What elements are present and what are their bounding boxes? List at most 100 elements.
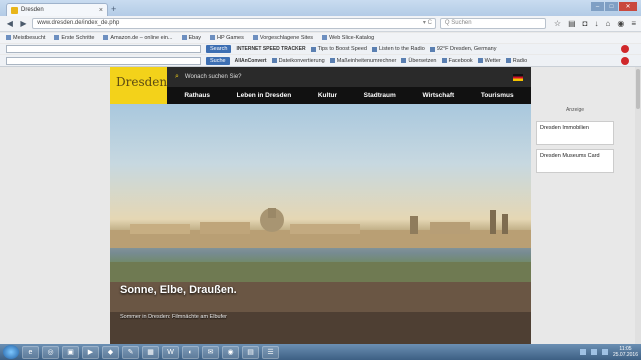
radio-icon	[505, 58, 511, 63]
bookmark-item[interactable]: Meistbesucht	[6, 35, 45, 41]
network-icon[interactable]	[579, 349, 586, 355]
toolbar-search-input[interactable]	[6, 45, 201, 53]
file-icon	[271, 58, 277, 63]
pocket-icon[interactable]: ◘	[583, 19, 588, 28]
addon-toolbar-1: Search INTERNET SPEED TRACKER Tips to Bo…	[0, 44, 641, 54]
toolbar-link[interactable]: Übersetzen	[401, 58, 437, 64]
download-icon[interactable]: ↓	[595, 19, 599, 28]
bookmark-item[interactable]: Web Slice-Katalog	[322, 35, 374, 41]
word-icon[interactable]: W	[162, 345, 179, 359]
toolbar-link[interactable]: Wetter	[477, 58, 501, 64]
explorer-icon[interactable]: ▣	[62, 345, 79, 359]
page-scrollbar[interactable]	[635, 67, 641, 344]
reading-list-icon[interactable]: ▤	[568, 19, 576, 28]
crowd-graphic	[110, 262, 531, 344]
ad-dresden-museums-card[interactable]: Dresden Museums Card	[536, 149, 614, 173]
menu-item-kultur[interactable]: Kultur	[318, 92, 337, 99]
play-icon	[371, 46, 377, 52]
bookmark-item[interactable]: Vorgeschlagene Sites	[252, 35, 313, 41]
volume-icon[interactable]	[590, 349, 597, 355]
new-tab-button[interactable]: +	[111, 4, 116, 14]
bookmark-item[interactable]: HP Games	[210, 35, 244, 41]
menu-icon[interactable]: ≡	[631, 19, 636, 28]
hero-subtitle[interactable]: Sommer in Dresden: Filmnächte am Elbufer	[120, 314, 227, 320]
app-icon[interactable]: ✉	[202, 345, 219, 359]
forward-icon[interactable]: ▶	[19, 19, 29, 28]
site-logo[interactable]: Dresden.	[110, 67, 171, 104]
ad-dresden-immobilien[interactable]: Dresden Immobilien	[536, 121, 614, 145]
browser-toolbar-icons: ☆ ▤ ◘ ↓ ⌂ ◉ ≡	[554, 19, 636, 28]
search-icon[interactable]: ⌕	[175, 73, 179, 81]
app-icon[interactable]: ☰	[262, 345, 279, 359]
menu-item-leben[interactable]: Leben in Dresden	[237, 92, 292, 99]
hero-title: Sonne, Elbe, Draußen.	[120, 284, 237, 296]
translate-icon	[401, 58, 407, 63]
start-button[interactable]	[3, 345, 19, 359]
chrome-icon[interactable]: ◎	[42, 345, 59, 359]
app-icon[interactable]: ◆	[102, 345, 119, 359]
bookmark-item[interactable]: Amazon.de – online ein...	[103, 35, 173, 41]
german-flag-icon[interactable]	[513, 73, 523, 81]
menu-item-stadtraum[interactable]: Stadtraum	[364, 92, 396, 99]
maximize-icon[interactable]: □	[605, 2, 618, 11]
weather-icon	[477, 58, 483, 63]
addon-toolbar-2: Suche AllAnConvert Dateikonvertierung Ma…	[0, 55, 641, 67]
bookmark-icon	[54, 35, 60, 41]
browser-tab[interactable]: Dresden ×	[6, 3, 108, 16]
window-close-icon[interactable]: ✕	[619, 2, 637, 11]
reload-icon[interactable]: ▾ C	[423, 19, 432, 28]
clock[interactable]: 11:05 25.07.2016	[613, 346, 638, 358]
toolbar-search-button[interactable]: Search	[206, 45, 232, 53]
window-controls: – □ ✕	[591, 2, 637, 11]
web-page: Dresden. ⌕ Wonach suchen Sie? Rathaus Le…	[0, 67, 641, 344]
toolbar-link[interactable]: Tips to Boost Speed	[310, 46, 367, 52]
app-icon[interactable]: ✎	[122, 345, 139, 359]
weather-icon	[429, 46, 435, 52]
bookmarks-bar: Meistbesucht Erste Schritte Amazon.de – …	[0, 33, 641, 43]
menu-item-wirtschaft[interactable]: Wirtschaft	[422, 92, 454, 99]
toolbar-link[interactable]: 92°F Dresden, Germany	[429, 46, 497, 52]
toolbar-link[interactable]: Facebook	[441, 58, 473, 64]
media-player-icon[interactable]: ▶	[82, 345, 99, 359]
tab-close-icon[interactable]: ×	[99, 7, 103, 14]
minimize-icon[interactable]: –	[591, 2, 604, 11]
addon-red-icon-2[interactable]	[621, 56, 629, 65]
ie-icon[interactable]: e	[22, 345, 39, 359]
toolbar-link[interactable]: AllAnConvert	[235, 58, 267, 64]
browser-search-input[interactable]: Q Suchen	[439, 18, 546, 29]
app-icon[interactable]: ◐	[182, 345, 199, 359]
star-icon[interactable]: ☆	[554, 19, 561, 28]
url-bar[interactable]: www.dresden.de/index_de.php ▾ C	[32, 18, 436, 29]
menu-item-tourismus[interactable]: Tourismus	[481, 92, 514, 99]
back-icon[interactable]: ◀	[5, 19, 15, 28]
toolbar-link[interactable]: Listen to the Radio	[371, 46, 425, 52]
toolbar-suche-button[interactable]: Suche	[206, 56, 230, 65]
toolbar-link[interactable]: Dateikonvertierung	[271, 58, 325, 64]
toolbar-link[interactable]: Maßeinheitenumrechner	[329, 58, 396, 64]
sync-icon[interactable]: ◉	[617, 19, 624, 28]
bookmark-icon	[6, 35, 11, 41]
firefox-icon[interactable]: ◉	[222, 345, 239, 359]
home-icon[interactable]: ⌂	[606, 19, 611, 28]
app-icon[interactable]: ▦	[142, 345, 159, 359]
toolbar-search-input-2[interactable]	[6, 56, 201, 65]
app-icon[interactable]: ▤	[242, 345, 259, 359]
flag-icon[interactable]	[601, 349, 608, 355]
addon-red-icon[interactable]	[621, 45, 629, 53]
system-tray: 11:05 25.07.2016	[579, 346, 638, 358]
speed-tracker-logo[interactable]: INTERNET SPEED TRACKER	[236, 46, 305, 52]
dresden-favicon-icon	[11, 6, 18, 14]
bookmark-item[interactable]: Ebay	[181, 35, 201, 41]
bookmark-icon	[103, 35, 109, 41]
toolbar-link[interactable]: Radio	[505, 58, 527, 64]
clock-date: 25.07.2016	[612, 352, 638, 358]
scrollbar-thumb[interactable]	[636, 69, 640, 109]
bookmark-icon	[181, 35, 187, 41]
facebook-icon	[441, 58, 447, 63]
city-skyline-graphic	[110, 208, 531, 248]
hero-image[interactable]: Sonne, Elbe, Draußen. Sommer in Dresden:…	[110, 104, 531, 344]
site-search-input[interactable]: Wonach suchen Sie?	[185, 74, 513, 80]
menu-item-rathaus[interactable]: Rathaus	[184, 92, 210, 99]
bookmark-item[interactable]: Erste Schritte	[54, 35, 94, 41]
logo-text: Dresden.	[116, 75, 171, 89]
